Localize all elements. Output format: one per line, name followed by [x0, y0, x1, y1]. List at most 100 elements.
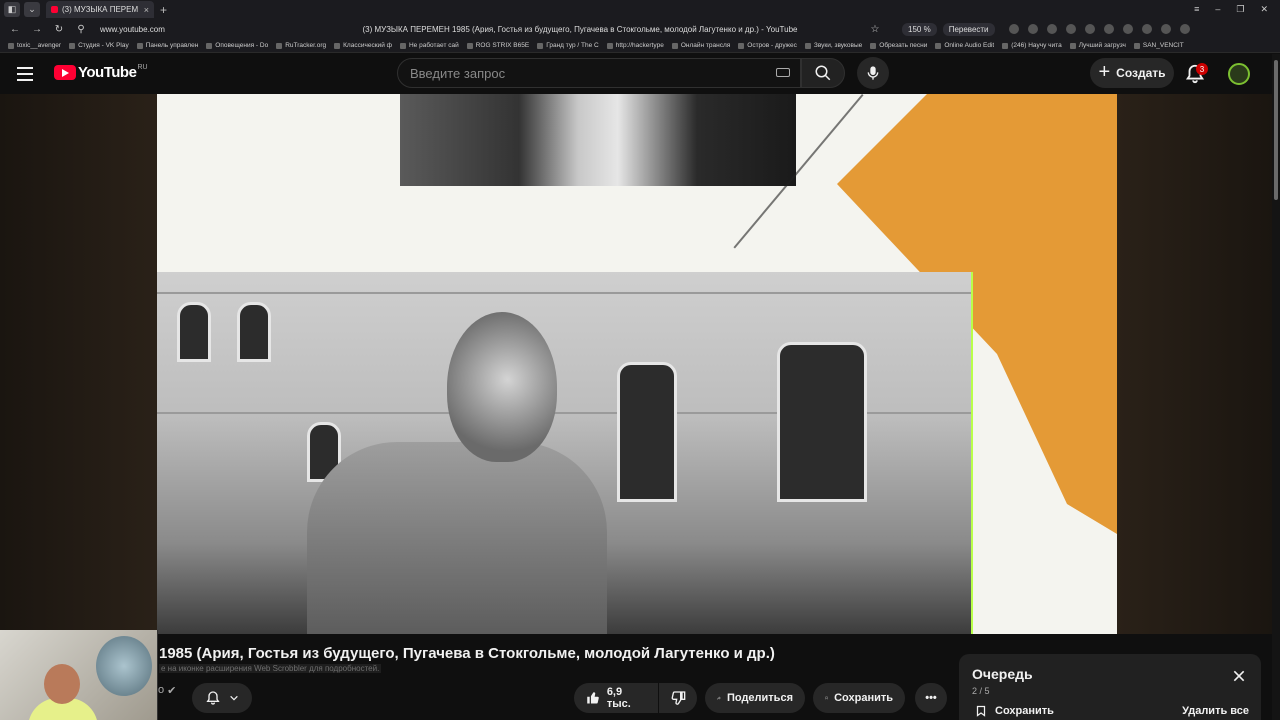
- share-icon: [717, 696, 721, 700]
- new-tab-icon[interactable]: +: [160, 3, 167, 17]
- zoom-indicator[interactable]: 150 %: [902, 22, 937, 36]
- share-button[interactable]: Поделиться: [705, 683, 805, 713]
- notification-count-badge: 3: [1196, 63, 1208, 75]
- keyboard-icon[interactable]: [776, 68, 790, 77]
- like-count: 6,9 тыс.: [606, 686, 631, 710]
- save-button[interactable]: Сохранить: [813, 683, 905, 713]
- channel-name[interactable]: о ✔: [158, 684, 176, 697]
- forward-icon[interactable]: →: [30, 24, 44, 35]
- verified-icon: ✔: [167, 685, 177, 697]
- person-figure: [307, 442, 607, 634]
- bookmark-item[interactable]: RuTracker.org: [276, 42, 326, 49]
- person-head: [447, 312, 557, 462]
- queue-remove-all-button[interactable]: Удалить все: [1182, 705, 1249, 717]
- extension-icon[interactable]: [1160, 24, 1171, 34]
- building-window: [617, 362, 677, 502]
- page-title: (3) МУЗЫКА ПЕРЕМЕН 1985 (Ария, Гостья из…: [362, 24, 798, 34]
- bookmark-star-icon[interactable]: ☆: [868, 24, 882, 35]
- channel-name-text: о: [158, 684, 165, 696]
- youtube-logo-text: YouTube: [78, 64, 137, 81]
- bookmark-item[interactable]: Не работает сай: [399, 42, 459, 49]
- tab-list-icon[interactable]: ⌄: [24, 2, 40, 17]
- video-player[interactable]: [157, 94, 1117, 634]
- close-window-icon[interactable]: ✕: [1260, 4, 1268, 15]
- bookmark-item[interactable]: Остров - дружес: [738, 42, 797, 49]
- bookmark-item[interactable]: Online Audio Edit: [935, 42, 994, 49]
- bookmark-item[interactable]: Студия - VK Play: [69, 42, 129, 49]
- tab-title: (3) МУЗЫКА ПЕРЕМ: [62, 5, 139, 14]
- plus-icon: +: [1098, 61, 1111, 83]
- bookmark-item[interactable]: Обрезать песни: [870, 42, 927, 49]
- restore-icon[interactable]: ❐: [1236, 4, 1244, 15]
- bookmark-item[interactable]: Гранд тур / The C: [537, 42, 599, 49]
- tab-close-icon[interactable]: ×: [144, 5, 149, 15]
- browser-settings-icon[interactable]: ≡: [1194, 4, 1199, 15]
- minimize-icon[interactable]: –: [1215, 4, 1220, 15]
- dislike-button[interactable]: [659, 683, 697, 713]
- account-avatar[interactable]: [1228, 63, 1250, 85]
- bookmarks-bar: toxic__avenger Студия - VK Play Панель у…: [0, 39, 1280, 53]
- like-button[interactable]: 6,9 тыс.: [574, 683, 658, 713]
- youtube-favicon-icon: [51, 6, 58, 13]
- back-icon[interactable]: ←: [8, 24, 22, 35]
- bookmark-item[interactable]: http://hackertype: [606, 42, 664, 49]
- save-label: Сохранить: [834, 692, 893, 704]
- bookmark-item[interactable]: Панель управлен: [136, 42, 198, 49]
- search-box: [397, 58, 801, 88]
- microphone-icon: [867, 66, 879, 80]
- more-actions-button[interactable]: •••: [915, 683, 947, 713]
- webcam-plant: [96, 636, 152, 696]
- hamburger-menu-icon[interactable]: [17, 64, 37, 84]
- extension-icon[interactable]: [1122, 24, 1133, 34]
- video-frame-street-photo: [157, 272, 973, 634]
- browser-menu-icon[interactable]: ◧: [4, 2, 20, 17]
- extension-icon[interactable]: [1084, 24, 1095, 34]
- bookmark-icon: [976, 705, 986, 717]
- queue-save-button[interactable]: Сохранить: [975, 704, 1054, 718]
- extension-icon[interactable]: [1027, 24, 1038, 34]
- youtube-logo[interactable]: YouTube RU: [54, 64, 148, 81]
- extension-icon[interactable]: [1103, 24, 1114, 34]
- webcam-face: [44, 664, 80, 704]
- building-window: [237, 302, 271, 362]
- bookmark-item[interactable]: Онлайн трансля: [671, 42, 730, 49]
- thumbs-down-icon: [671, 691, 686, 705]
- ambient-right: [1117, 94, 1274, 634]
- extension-icon[interactable]: [1065, 24, 1076, 34]
- translate-button[interactable]: Перевести: [942, 22, 995, 36]
- scrollbar-thumb[interactable]: [1274, 60, 1278, 200]
- bookmark-item[interactable]: Лучший загрузч: [1069, 42, 1126, 49]
- queue-save-label: Сохранить: [995, 705, 1054, 717]
- close-icon[interactable]: [1231, 668, 1247, 684]
- address-bar: ← → ↻ ⚲ www.youtube.com (3) МУЗЫКА ПЕРЕМ…: [0, 19, 1280, 39]
- chevron-down-icon: [230, 695, 238, 701]
- create-button[interactable]: + Создать: [1090, 58, 1174, 88]
- browser-tab-active[interactable]: (3) МУЗЫКА ПЕРЕМ ×: [46, 1, 154, 18]
- voice-search-button[interactable]: [857, 57, 889, 89]
- extension-icon[interactable]: [1008, 24, 1019, 34]
- site-info-icon[interactable]: ⚲: [74, 24, 88, 35]
- url-field[interactable]: www.youtube.com: [100, 25, 300, 34]
- bookmark-item[interactable]: toxic__avenger: [8, 42, 61, 49]
- queue-position: 2 / 5: [972, 686, 990, 696]
- queue-title: Очередь: [972, 666, 1033, 682]
- video-frame-top-photo: [400, 94, 796, 186]
- search-button[interactable]: [801, 58, 845, 88]
- building-window: [177, 302, 211, 362]
- extension-icon[interactable]: [1141, 24, 1152, 34]
- extension-icon[interactable]: [1046, 24, 1057, 34]
- bookmark-item[interactable]: SAN_VENCIT: [1133, 42, 1184, 49]
- search-icon: [815, 65, 831, 81]
- youtube-play-icon: [54, 65, 76, 80]
- bookmark-item[interactable]: ROG STRIX B65E: [466, 42, 529, 49]
- bookmark-item[interactable]: Звуки, звуковые: [804, 42, 862, 49]
- reload-icon[interactable]: ↻: [52, 24, 66, 35]
- search-input[interactable]: [410, 65, 750, 81]
- extensions-bar: [1008, 24, 1190, 34]
- bookmark-item[interactable]: (246) Научу чита: [1002, 42, 1062, 49]
- bookmark-item[interactable]: Оповещения - Do: [206, 42, 268, 49]
- subscription-notify-button[interactable]: [192, 683, 252, 713]
- bookmark-item[interactable]: Классический ф: [334, 42, 392, 49]
- extension-icon[interactable]: [1179, 24, 1190, 34]
- building-ledge: [157, 292, 971, 294]
